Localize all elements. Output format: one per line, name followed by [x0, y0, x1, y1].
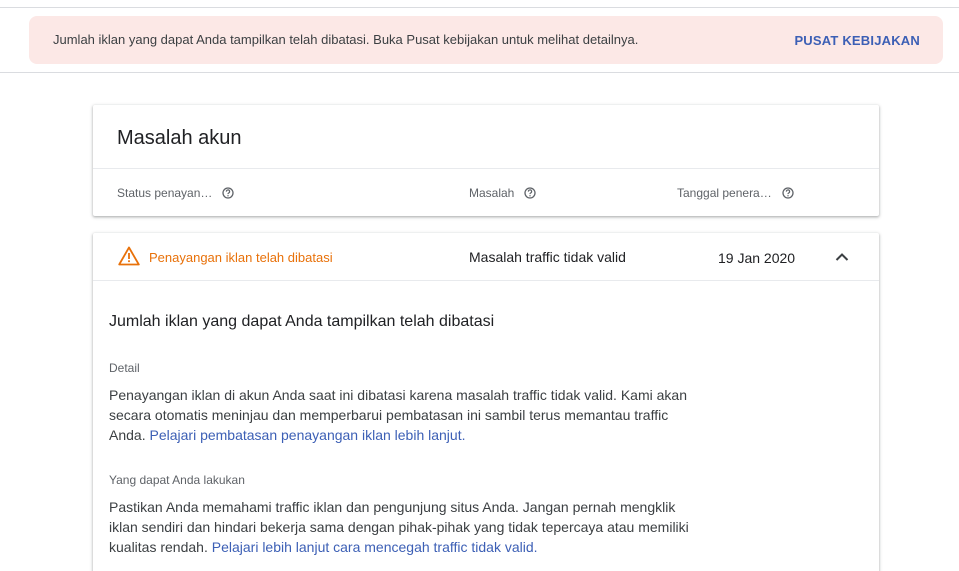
- issue-problem: Masalah traffic tidak valid: [469, 249, 626, 265]
- action-body: Pastikan Anda memahami traffic iklan dan…: [109, 497, 689, 557]
- card-divider: [93, 168, 879, 169]
- help-icon[interactable]: [222, 187, 235, 199]
- issue-row[interactable]: Penayangan iklan telah dibatasi Masalah …: [93, 233, 879, 281]
- chevron-up-icon[interactable]: [834, 249, 850, 265]
- column-header-problem: Masalah: [469, 186, 537, 200]
- column-header-status: Status penayan…: [117, 186, 235, 200]
- detail-label: Detail: [109, 361, 140, 375]
- action-label: Yang dapat Anda lakukan: [109, 473, 245, 487]
- banner-message: Jumlah iklan yang dapat Anda tampilkan t…: [53, 32, 639, 47]
- account-issues-card: Masalah akun Status penayan… Masalah Tan…: [93, 105, 879, 216]
- detail-learn-more-link[interactable]: Pelajari pembatasan penayangan iklan leb…: [149, 427, 465, 443]
- help-icon[interactable]: [524, 187, 537, 199]
- action-learn-more-link[interactable]: Pelajari lebih lanjut cara mencegah traf…: [212, 539, 538, 555]
- issue-status: Penayangan iklan telah dibatasi: [149, 250, 333, 265]
- detail-title: Jumlah iklan yang dapat Anda tampilkan t…: [109, 313, 495, 330]
- policy-page: Jumlah iklan yang dapat Anda tampilkan t…: [0, 0, 959, 571]
- column-header-date: Tanggal penera…: [677, 186, 794, 200]
- restriction-banner: Jumlah iklan yang dapat Anda tampilkan t…: [29, 16, 943, 64]
- column-header-label: Masalah: [469, 186, 515, 200]
- header-divider: [0, 72, 959, 73]
- issue-card: Penayangan iklan telah dibatasi Masalah …: [93, 233, 879, 571]
- top-divider: [0, 7, 959, 8]
- column-header-label: Status penayan…: [117, 186, 213, 200]
- issue-date: 19 Jan 2020: [718, 250, 796, 266]
- warning-icon: [118, 246, 140, 266]
- policy-center-button[interactable]: PUSAT KEBIJAKAN: [794, 33, 920, 48]
- card-title: Masalah akun: [117, 127, 242, 149]
- help-icon[interactable]: [782, 187, 794, 199]
- detail-body: Penayangan iklan di akun Anda saat ini d…: [109, 385, 689, 445]
- column-header-label: Tanggal penera…: [677, 186, 772, 200]
